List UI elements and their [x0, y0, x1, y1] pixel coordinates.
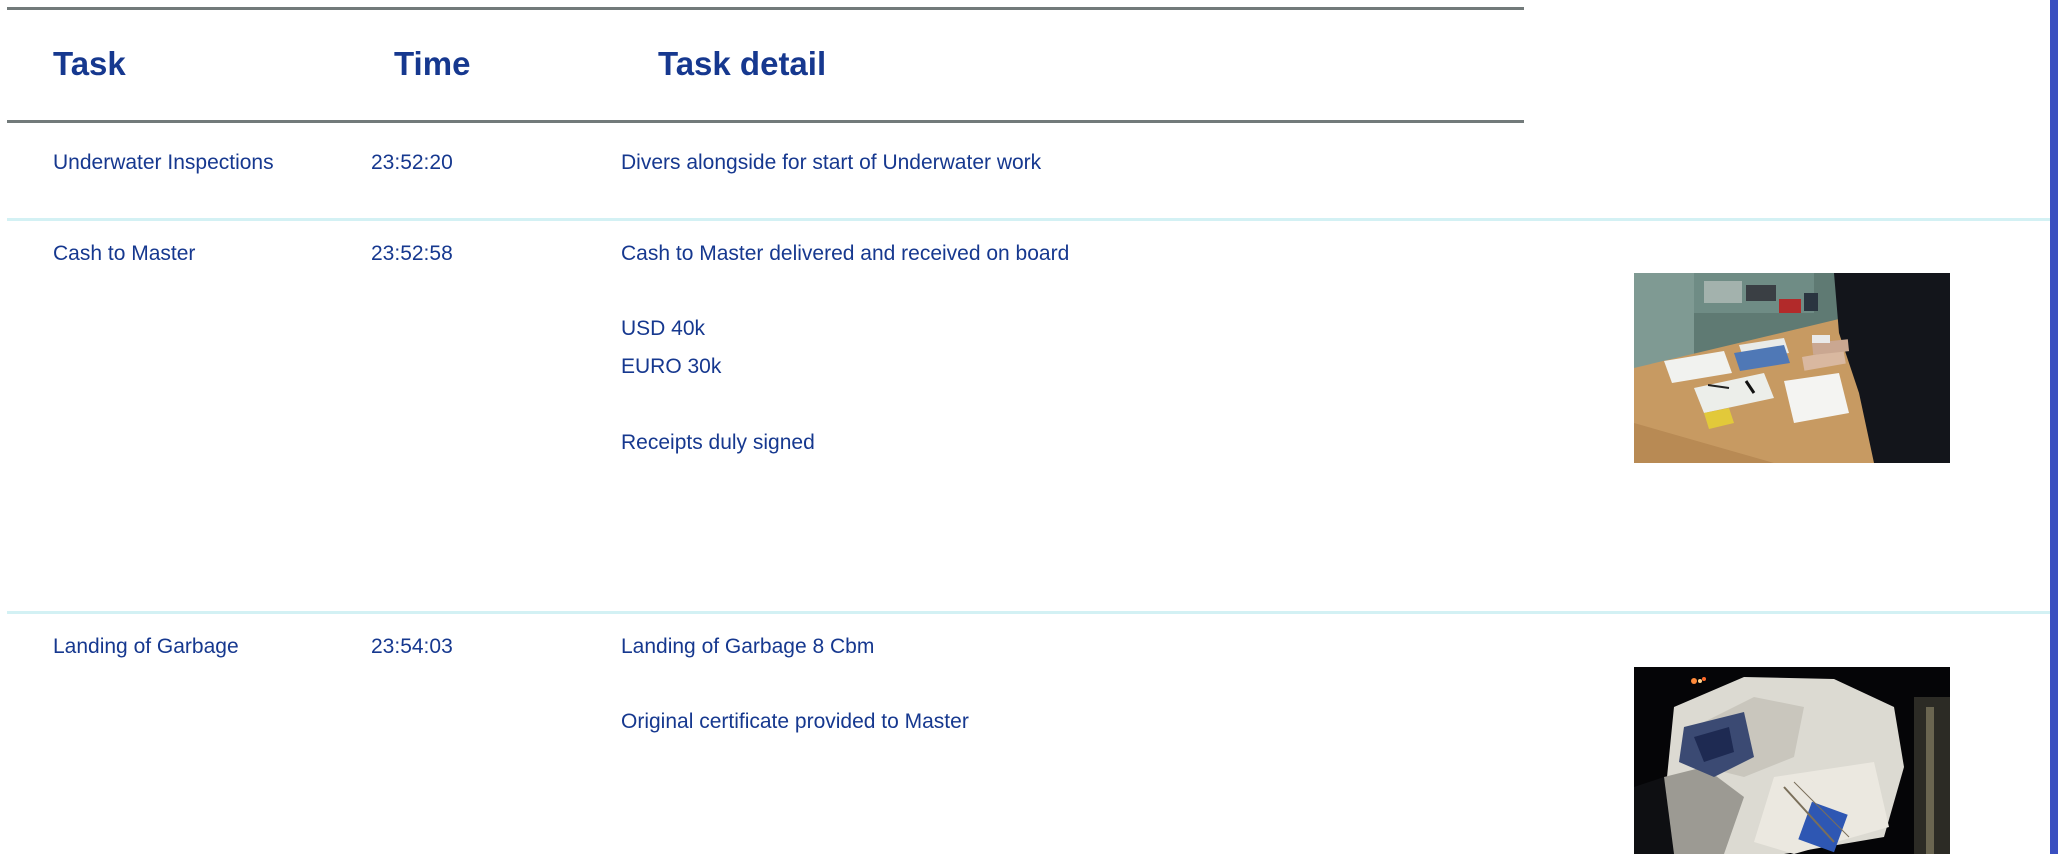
row-detail-line: USD 40k [621, 317, 706, 340]
header-rule [7, 120, 1524, 123]
row-separator [7, 218, 2050, 221]
row-detail-line: EURO 30k [621, 355, 722, 378]
header-task: Task [53, 45, 126, 82]
row-time: 23:54:03 [371, 635, 453, 658]
cash-delivery-photo [1634, 273, 1950, 463]
table-top-rule [7, 7, 1524, 10]
row-detail-line: Landing of Garbage 8 Cbm [621, 635, 875, 658]
row-detail-line: Receipts duly signed [621, 431, 815, 454]
row-time: 23:52:58 [371, 242, 453, 265]
edge-accent-bar [2050, 0, 2058, 854]
row-detail-line: Cash to Master delivered and received on… [621, 242, 1070, 265]
task-log-page: Task Time Task detail Underwater Inspect… [0, 0, 2058, 854]
row-task: Landing of Garbage [53, 635, 239, 658]
row-detail-line: Original certificate provided to Master [621, 710, 969, 733]
row-separator [7, 611, 2050, 614]
row-detail-line: Divers alongside for start of Underwater… [621, 151, 1042, 174]
row-task: Underwater Inspections [53, 151, 274, 174]
row-time: 23:52:20 [371, 151, 453, 174]
header-task-detail: Task detail [658, 45, 827, 82]
garbage-landing-photo [1634, 667, 1950, 854]
row-task: Cash to Master [53, 242, 196, 265]
header-time: Time [394, 45, 471, 82]
